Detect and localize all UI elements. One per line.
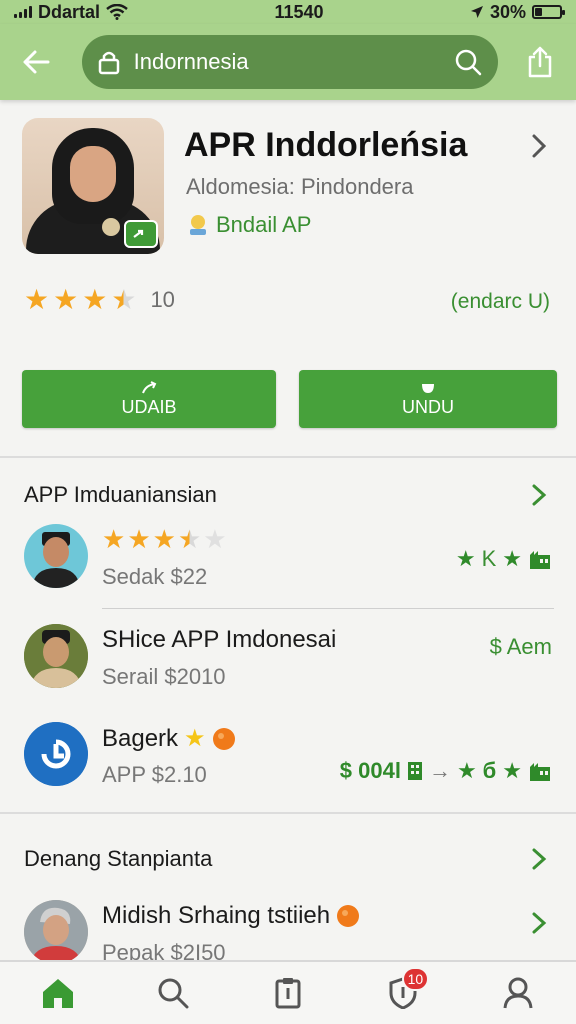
star-empty-icon: ★ <box>203 524 227 554</box>
rating-extra[interactable]: (endarc U) <box>451 290 550 314</box>
item-subtitle: Serail $2010 <box>102 664 226 689</box>
search-icon[interactable] <box>454 48 482 76</box>
list-item[interactable]: ★ ★ ★ ★ ★ Sedak $22 ★ K ★ <box>0 524 576 608</box>
back-button[interactable] <box>14 40 58 84</box>
primary-action-button[interactable]: UDAIB <box>22 370 276 428</box>
star-icon: ★ <box>502 758 522 783</box>
search-field[interactable]: Indornnesia <box>81 35 499 89</box>
location-icon <box>470 6 483 18</box>
cup-icon <box>422 383 434 393</box>
list-item[interactable]: Bagerk ★ APP $2.10 $ 004l → ★ б ★ <box>0 722 576 806</box>
search-icon <box>158 978 189 1009</box>
share-button[interactable] <box>518 40 562 84</box>
nav-profile[interactable] <box>488 963 548 1023</box>
bottom-nav: 10 <box>0 960 576 1024</box>
nav-home[interactable] <box>28 963 88 1023</box>
item-title: Midish Srhaing tstiieh <box>102 902 331 929</box>
arrow-right-icon: → <box>428 758 451 783</box>
item-subtitle: Sedak $22 <box>102 564 208 589</box>
user-avatar <box>24 624 88 688</box>
status-right: 30% <box>470 1 565 23</box>
status-time: 11540 <box>274 1 324 22</box>
secondary-action-button[interactable]: UNDU <box>299 370 557 428</box>
orange-icon <box>337 905 360 927</box>
lock-icon <box>98 51 119 75</box>
profile-icon <box>503 977 533 1009</box>
item-meta-label: K <box>481 546 497 571</box>
star-icon: ★ <box>455 546 476 571</box>
chevron-right-icon[interactable] <box>528 132 552 160</box>
battery-level <box>534 8 543 16</box>
star-full-icon: ★ <box>24 284 50 315</box>
share-icon <box>528 46 552 78</box>
item-meta: $ 004l → ★ б ★ <box>340 758 552 784</box>
developer-icon <box>190 215 206 235</box>
star-half-icon: ★ <box>177 524 202 554</box>
star-half-icon: ★ <box>111 284 137 315</box>
divider <box>102 608 554 609</box>
carrier-label: Ddartal <box>38 1 101 22</box>
back-arrow-icon <box>23 50 50 74</box>
rating-row: ★ ★ ★ ★ 10 <box>24 286 175 314</box>
verified-badge-icon <box>124 220 158 248</box>
item-title: Bagerk <box>102 724 179 752</box>
secondary-action-label: UNDU <box>402 396 454 417</box>
chevron-right-icon[interactable] <box>530 910 548 936</box>
item-meta-label: б <box>482 758 497 783</box>
wifi-icon <box>106 4 128 20</box>
item-subtitle: APP $2.10 <box>102 762 207 787</box>
app-badge-label: Bndail AP <box>216 212 312 237</box>
star-full-icon: ★ <box>152 524 176 554</box>
nav-search[interactable] <box>143 963 203 1023</box>
chevron-right-icon[interactable] <box>530 482 548 508</box>
star-full-icon: ★ <box>53 284 79 315</box>
top-bar: Indornnesia <box>0 24 576 100</box>
item-title-row: Bagerk ★ <box>102 724 236 753</box>
building-icon <box>530 551 550 569</box>
list-item[interactable]: SHice APP Imdonesai Serail $2010 $ Aem <box>0 624 576 708</box>
star-full-icon: ★ <box>102 524 126 554</box>
orange-icon <box>212 727 235 750</box>
item-meta-price: $ 004l <box>339 758 401 783</box>
star-full-icon: ★ <box>127 524 151 554</box>
app-logo-icon <box>24 722 88 786</box>
section-title-featured: Denang Stanpianta <box>24 846 213 871</box>
app-badge[interactable]: Bndail AP <box>186 212 311 238</box>
app-header: APR Inddorleńsia Aldomesia: Pindondera B… <box>0 100 576 456</box>
item-meta: ★ K ★ <box>456 546 552 572</box>
user-avatar <box>24 524 88 588</box>
star-icon: ★ <box>184 725 206 752</box>
app-subtitle: Aldomesia: Pindondera <box>186 174 414 199</box>
rating-count: 10 <box>150 287 175 312</box>
item-rating-stars: ★ ★ ★ ★ ★ <box>102 526 227 552</box>
star-icon: ★ <box>456 758 477 783</box>
app-title: APR Inddorleńsia <box>184 126 468 164</box>
nav-notifications[interactable]: 10 <box>373 963 433 1023</box>
battery-icon <box>531 5 565 19</box>
grid-icon <box>407 762 422 780</box>
divider <box>0 456 576 458</box>
star-icon: ★ <box>502 546 522 571</box>
search-input[interactable]: Indornnesia <box>134 49 455 75</box>
user-avatar <box>24 900 88 964</box>
signal-icon <box>14 6 32 18</box>
chevron-right-icon[interactable] <box>530 846 548 872</box>
building-icon <box>530 763 550 781</box>
item-price: $ Aem <box>489 634 552 659</box>
status-left: Ddartal <box>14 2 128 23</box>
section-title-apps: APP Imduaniansian <box>24 482 217 507</box>
star-full-icon: ★ <box>82 284 108 315</box>
clipboard-icon <box>275 978 301 1009</box>
battery-percent: 30% <box>489 1 526 22</box>
divider <box>0 812 576 814</box>
item-title-row: Midish Srhaing tstiieh <box>102 902 360 930</box>
home-icon <box>42 979 73 1008</box>
notification-badge: 10 <box>401 967 430 991</box>
primary-action-label: UDAIB <box>121 396 177 417</box>
arrow-icon <box>142 380 157 393</box>
item-title: SHice APP Imdonesai <box>102 626 337 653</box>
status-bar: Ddartal 11540 30% <box>0 0 576 24</box>
rating-stars: ★ ★ ★ ★ <box>24 286 136 314</box>
nav-clipboard[interactable] <box>258 963 318 1023</box>
